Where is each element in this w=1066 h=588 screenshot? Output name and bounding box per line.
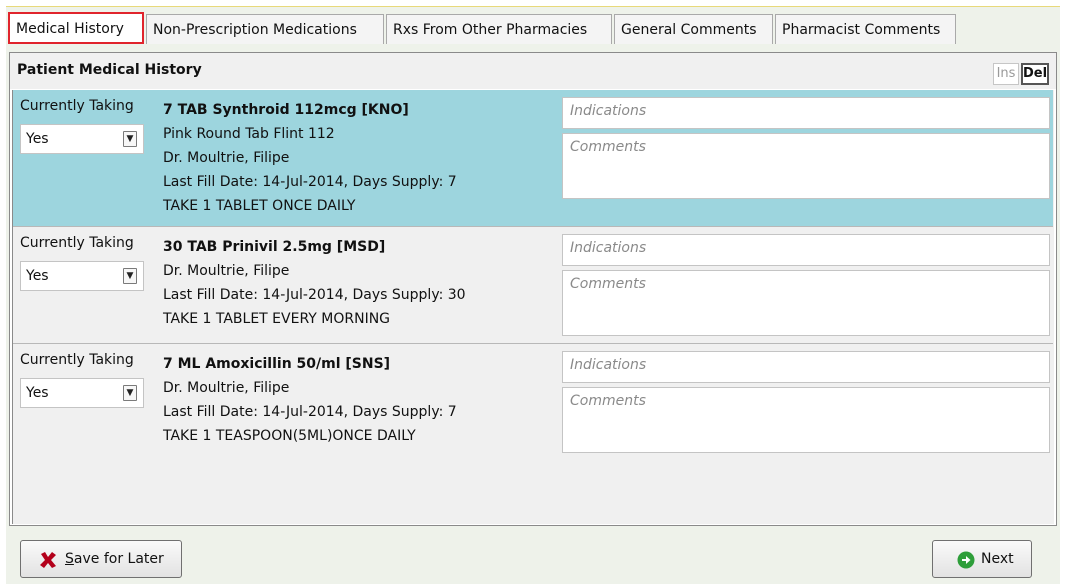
currently-taking-select[interactable]: Yes ▼ [20, 261, 144, 291]
chevron-down-icon[interactable]: ▼ [123, 131, 137, 147]
select-value: Yes [26, 268, 49, 284]
medical-history-panel: Patient Medical History Ins Del Currentl… [9, 52, 1057, 526]
insert-button[interactable]: Ins [993, 63, 1019, 85]
save-for-later-label: Save for Later [65, 551, 164, 567]
rx-row[interactable]: Currently Taking Yes ▼ 30 TAB Prinivil 2… [13, 227, 1053, 344]
indications-input[interactable]: Indications [562, 351, 1050, 383]
comments-input[interactable]: Comments [562, 133, 1050, 199]
tab-non-prescription-medications[interactable]: Non-Prescription Medications [146, 14, 384, 44]
arrow-right-circle-icon [957, 551, 975, 569]
rx-row[interactable]: Currently Taking Yes ▼ 7 TAB Synthroid 1… [13, 90, 1053, 227]
comments-input[interactable]: Comments [562, 270, 1050, 336]
currently-taking-select[interactable]: Yes ▼ [20, 378, 144, 408]
sig: TAKE 1 TEASPOON(5ML)ONCE DAILY [163, 428, 416, 444]
prescriber: Dr. Moultrie, Filipe [163, 380, 290, 396]
fill-info: Last Fill Date: 14-Jul-2014, Days Supply… [163, 174, 457, 190]
comments-input[interactable]: Comments [562, 387, 1050, 453]
x-icon [40, 552, 56, 568]
sig: TAKE 1 TABLET EVERY MORNING [163, 311, 391, 327]
tab-pharmacist-comments[interactable]: Pharmacist Comments [775, 14, 956, 44]
fill-info: Last Fill Date: 14-Jul-2014, Days Supply… [163, 287, 466, 303]
drug-name: 30 TAB Prinivil 2.5mg [MSD] [163, 239, 386, 255]
tab-medical-history[interactable]: Medical History [8, 12, 144, 44]
delete-button[interactable]: Del [1021, 63, 1049, 85]
prescriber: Dr. Moultrie, Filipe [163, 150, 290, 166]
currently-taking-label: Currently Taking [20, 235, 134, 251]
rx-details: 7 ML Amoxicillin 50/ml [SNS] Dr. Moultri… [163, 352, 457, 448]
currently-taking-select[interactable]: Yes ▼ [20, 124, 144, 154]
rx-details: 7 TAB Synthroid 112mcg [KNO] Pink Round … [163, 98, 457, 218]
prescriber: Dr. Moultrie, Filipe [163, 263, 290, 279]
save-mnemonic: S [65, 551, 74, 567]
rx-details: 30 TAB Prinivil 2.5mg [MSD] Dr. Moultrie… [163, 235, 466, 331]
drug-name: 7 ML Amoxicillin 50/ml [SNS] [163, 356, 391, 372]
currently-taking-label: Currently Taking [20, 352, 134, 368]
select-value: Yes [26, 385, 49, 401]
chevron-down-icon[interactable]: ▼ [123, 268, 137, 284]
panel-header: Patient Medical History Ins Del [10, 53, 1056, 89]
chevron-down-icon[interactable]: ▼ [123, 385, 137, 401]
rx-row[interactable]: Currently Taking Yes ▼ 7 ML Amoxicillin … [13, 344, 1053, 461]
save-for-later-button[interactable]: Save for Later [20, 540, 182, 578]
drug-name: 7 TAB Synthroid 112mcg [KNO] [163, 102, 409, 118]
indications-input[interactable]: Indications [562, 234, 1050, 266]
next-button[interactable]: Next [932, 540, 1032, 578]
rx-list[interactable]: Currently Taking Yes ▼ 7 TAB Synthroid 1… [12, 90, 1054, 524]
save-label-rest: ave for Later [73, 551, 164, 567]
drug-description: Pink Round Tab Flint 112 [163, 126, 335, 142]
sig: TAKE 1 TABLET ONCE DAILY [163, 198, 356, 214]
tab-general-comments[interactable]: General Comments [614, 14, 773, 44]
tab-rxs-from-other-pharmacies[interactable]: Rxs From Other Pharmacies [386, 14, 612, 44]
next-label: Next [981, 551, 1014, 567]
list-empty-area [13, 460, 1053, 524]
indications-input[interactable]: Indications [562, 97, 1050, 129]
currently-taking-label: Currently Taking [20, 98, 134, 114]
fill-info: Last Fill Date: 14-Jul-2014, Days Supply… [163, 404, 457, 420]
select-value: Yes [26, 131, 49, 147]
panel-title: Patient Medical History [17, 62, 202, 78]
